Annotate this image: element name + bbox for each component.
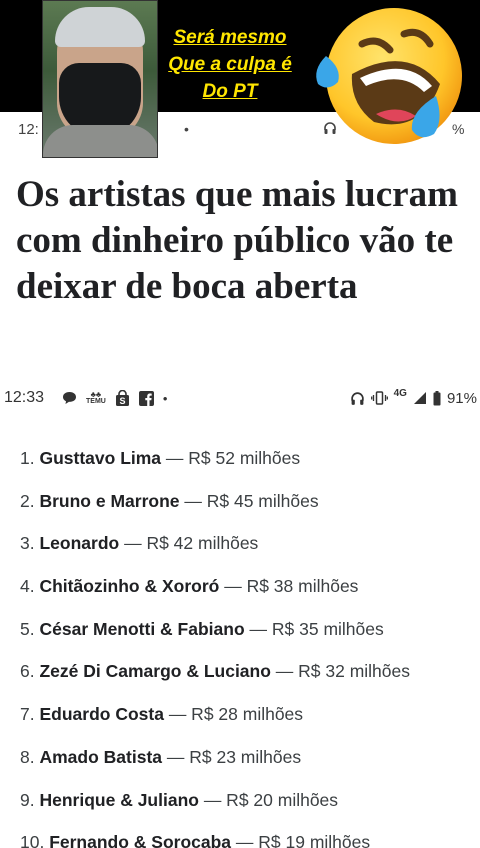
artist-amount: — R$ 42 milhões <box>119 533 259 554</box>
list-item: 7. Eduardo Costa — R$ 28 milhões <box>20 704 480 747</box>
list-item: 3. Leonardo — R$ 42 milhões <box>20 533 480 576</box>
notification-dot: • <box>184 121 189 137</box>
headphones-icon <box>350 391 365 406</box>
artist-name: Leonardo <box>39 533 120 554</box>
rank-number: 2. <box>20 490 35 511</box>
list-item: 2. Bruno e Marrone — R$ 45 milhões <box>20 491 480 534</box>
artist-amount: — R$ 28 milhões <box>163 704 304 725</box>
artist-name: Amado Batista <box>39 746 163 767</box>
signal-icon <box>413 391 427 405</box>
artist-name: Henrique & Juliano <box>39 789 199 810</box>
rank-number: 6. <box>20 661 35 682</box>
artist-amount: — R$ 38 milhões <box>219 576 359 597</box>
article-headline: Os artistas que mais lucram com dinheiro… <box>16 174 458 307</box>
artist-amount: — R$ 20 milhões <box>198 789 339 810</box>
rank-number: 7. <box>20 704 35 725</box>
network-type: 4G <box>393 388 407 399</box>
artist-name: César Menotti & Fabiano <box>39 618 245 639</box>
artist-amount: — R$ 23 milhões <box>162 746 302 767</box>
chat-bubble-icon <box>62 391 77 405</box>
list-item: 1. Gusttavo Lima — R$ 52 milhões <box>20 448 480 491</box>
caption-line-2: Que a culpa é <box>168 54 292 75</box>
rank-number: 3. <box>20 533 35 554</box>
list-item: 9. Henrique & Juliano — R$ 20 milhões <box>20 790 480 833</box>
artist-amount: — R$ 19 milhões <box>231 832 371 848</box>
rank-number: 4. <box>20 576 35 597</box>
laughing-emoji-icon <box>316 8 462 144</box>
rank-number: 10. <box>20 832 45 848</box>
status-bar: 12:33 ♣♣ TEMU S • 4G 91% <box>0 384 480 412</box>
vibrate-icon <box>370 391 388 405</box>
person-cap <box>55 7 145 47</box>
artist-amount: — R$ 52 milhões <box>161 448 301 468</box>
battery-percent: 91% <box>446 389 477 407</box>
rank-number: 9. <box>20 789 35 810</box>
list-item: 4. Chitãozinho & Xororó — R$ 38 milhões <box>20 576 480 619</box>
shopping-bag-icon: S <box>115 389 130 407</box>
artist-name: Zezé Di Camargo & Luciano <box>39 661 271 682</box>
artist-ranking-list: 1. Gusttavo Lima — R$ 52 milhões 2. Brun… <box>20 448 480 848</box>
rank-number: 8. <box>20 746 35 767</box>
caption-line-3: Do PT <box>202 81 258 102</box>
artist-name: Bruno e Marrone <box>39 490 180 511</box>
list-item: 6. Zezé Di Camargo & Luciano — R$ 32 mil… <box>20 661 480 704</box>
rank-number: 5. <box>20 618 35 639</box>
battery-icon <box>433 390 441 406</box>
temu-icon: ♣♣ TEMU <box>86 390 106 406</box>
artist-name: Fernando & Sorocaba <box>49 832 232 848</box>
artist-name: Eduardo Costa <box>39 704 164 725</box>
list-item: 10. Fernando & Sorocaba — R$ 19 milhões <box>20 832 480 848</box>
caption-line-1: Será mesmo <box>173 27 287 48</box>
overlay-caption: Será mesmo Que a culpa é Do PT <box>160 24 300 105</box>
svg-text:S: S <box>119 396 125 406</box>
artist-name: Chitãozinho & Xororó <box>39 576 220 597</box>
facebook-icon <box>138 390 154 406</box>
temu-label: TEMU <box>86 398 106 405</box>
list-item: 8. Amado Batista — R$ 23 milhões <box>20 747 480 790</box>
artist-amount: — R$ 45 milhões <box>179 490 319 511</box>
person-shirt <box>43 125 157 157</box>
artist-amount: — R$ 32 milhões <box>270 661 411 682</box>
artist-amount: — R$ 35 milhões <box>244 618 384 639</box>
artist-name: Gusttavo Lima <box>39 448 162 468</box>
rank-number: 1. <box>20 448 35 468</box>
more-notifications-dot: • <box>162 390 168 406</box>
list-item: 5. César Menotti & Fabiano — R$ 35 milhõ… <box>20 619 480 662</box>
status-time-partial: 12: <box>18 121 39 138</box>
webcam-overlay <box>42 0 158 158</box>
status-time: 12:33 <box>4 389 45 406</box>
